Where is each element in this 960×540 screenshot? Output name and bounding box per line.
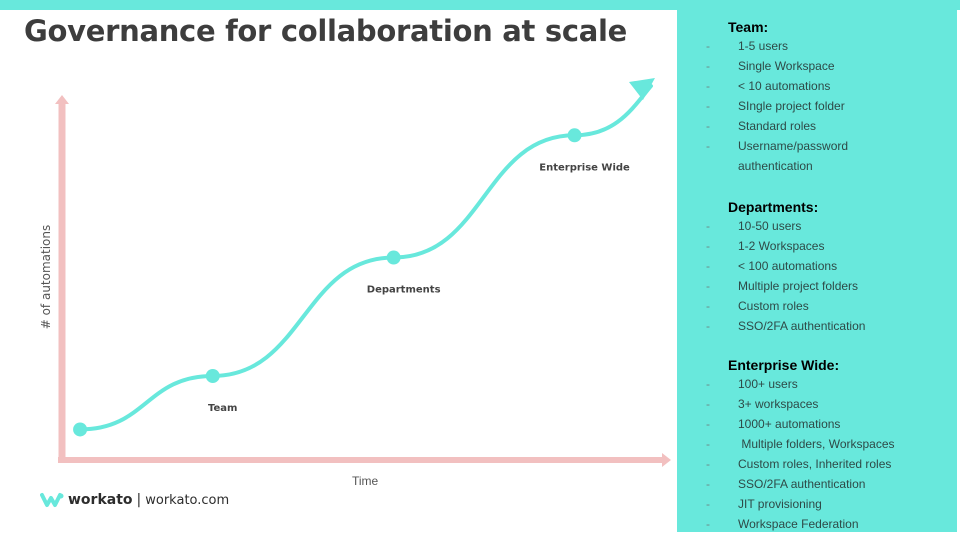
list-item: -1-2 Workspaces bbox=[706, 236, 865, 256]
growth-chart-svg: Team Departments Enterprise Wide bbox=[55, 78, 671, 467]
list-item: - Workspace Federation bbox=[706, 514, 895, 534]
list-item: - Standard roles bbox=[706, 116, 848, 136]
dash-bullet: - bbox=[706, 299, 710, 313]
dash-bullet: - bbox=[706, 239, 710, 253]
dash-bullet: - bbox=[706, 517, 710, 531]
dash-bullet: - bbox=[706, 219, 710, 233]
list-item: - Custom roles, Inherited roles bbox=[706, 454, 895, 474]
list-item-continuation: authentication bbox=[738, 159, 813, 173]
section-heading: Team: bbox=[728, 19, 769, 35]
dash-bullet: - bbox=[706, 279, 710, 293]
dash-bullet: - bbox=[706, 79, 710, 93]
growth-chart: Team Departments Enterprise Wide # of auto… bbox=[0, 0, 680, 500]
list-item: - Single Workspace bbox=[706, 56, 848, 76]
list-item: -1000+ automations bbox=[706, 414, 895, 434]
y-axis-label: # of automations bbox=[39, 224, 53, 330]
section-team: Team: -1-5 users - Single Workspace - < 10… bbox=[706, 18, 848, 176]
list-item: - Multiple folders, Workspaces bbox=[706, 434, 895, 454]
dash-bullet: - bbox=[706, 457, 710, 471]
list-item: - Custom roles bbox=[706, 296, 865, 316]
stage-point-departments bbox=[386, 250, 401, 265]
dash-bullet: - bbox=[706, 497, 710, 511]
footer-url[interactable]: workato.com bbox=[145, 493, 229, 508]
dash-bullet: - bbox=[706, 259, 710, 273]
section-heading: Departments: bbox=[728, 199, 819, 215]
dash-bullet: - bbox=[706, 417, 710, 431]
x-axis-label: Time bbox=[352, 474, 379, 488]
stage-point-team bbox=[205, 368, 220, 383]
stage-point-start bbox=[73, 422, 88, 437]
stage-label-departments: Departments bbox=[367, 285, 441, 296]
details-panel: Team: -1-5 users - Single Workspace - < 10… bbox=[677, 0, 957, 532]
dash-bullet: - bbox=[706, 39, 710, 53]
stage-point-enterprise-wide bbox=[567, 128, 582, 143]
y-axis-arrowhead bbox=[55, 95, 69, 104]
growth-curve bbox=[78, 84, 653, 432]
dash-bullet: - bbox=[706, 139, 710, 153]
list-item: -3+ workspaces bbox=[706, 394, 895, 414]
list-item: - Username/password bbox=[706, 136, 848, 156]
section-heading: Enterprise Wide: bbox=[728, 357, 840, 373]
stage-label-enterprise-wide: Enterprise Wide bbox=[539, 162, 630, 173]
list-item: - SSO/2FA authentication bbox=[706, 474, 895, 494]
footer-separator: | bbox=[136, 492, 142, 508]
list-item: -1-5 users bbox=[706, 36, 848, 56]
list-item: -10-50 users bbox=[706, 216, 865, 236]
list-item: - SIngle project folder bbox=[706, 96, 848, 116]
list-item: -100+ users bbox=[706, 374, 895, 394]
list-item: - SSO/2FA authentication bbox=[706, 316, 865, 336]
stage-label-team: Team bbox=[208, 403, 237, 414]
footer-branding: workato | workato.com bbox=[40, 492, 229, 508]
dash-bullet: - bbox=[706, 437, 710, 451]
list-item: - < 10 automations bbox=[706, 76, 848, 96]
dash-bullet: - bbox=[706, 319, 710, 333]
list-item: - JIT provisioning bbox=[706, 494, 895, 514]
brand-name: workato bbox=[68, 492, 133, 508]
dash-bullet: - bbox=[706, 377, 710, 391]
dash-bullet: - bbox=[706, 59, 710, 73]
dash-bullet: - bbox=[706, 397, 710, 411]
section-departments: Departments: -10-50 users -1-2 Workspace… bbox=[706, 198, 865, 336]
section-enterprise-wide: Enterprise Wide: -100+ users -3+ workspa… bbox=[706, 356, 895, 534]
list-item: - Multiple project folders bbox=[706, 276, 865, 296]
list-item: - < 100 automations bbox=[706, 256, 865, 276]
dash-bullet: - bbox=[706, 99, 710, 113]
workato-logo-icon bbox=[40, 493, 64, 507]
dash-bullet: - bbox=[706, 119, 710, 133]
dash-bullet: - bbox=[706, 477, 710, 491]
x-axis-arrowhead bbox=[662, 453, 671, 467]
